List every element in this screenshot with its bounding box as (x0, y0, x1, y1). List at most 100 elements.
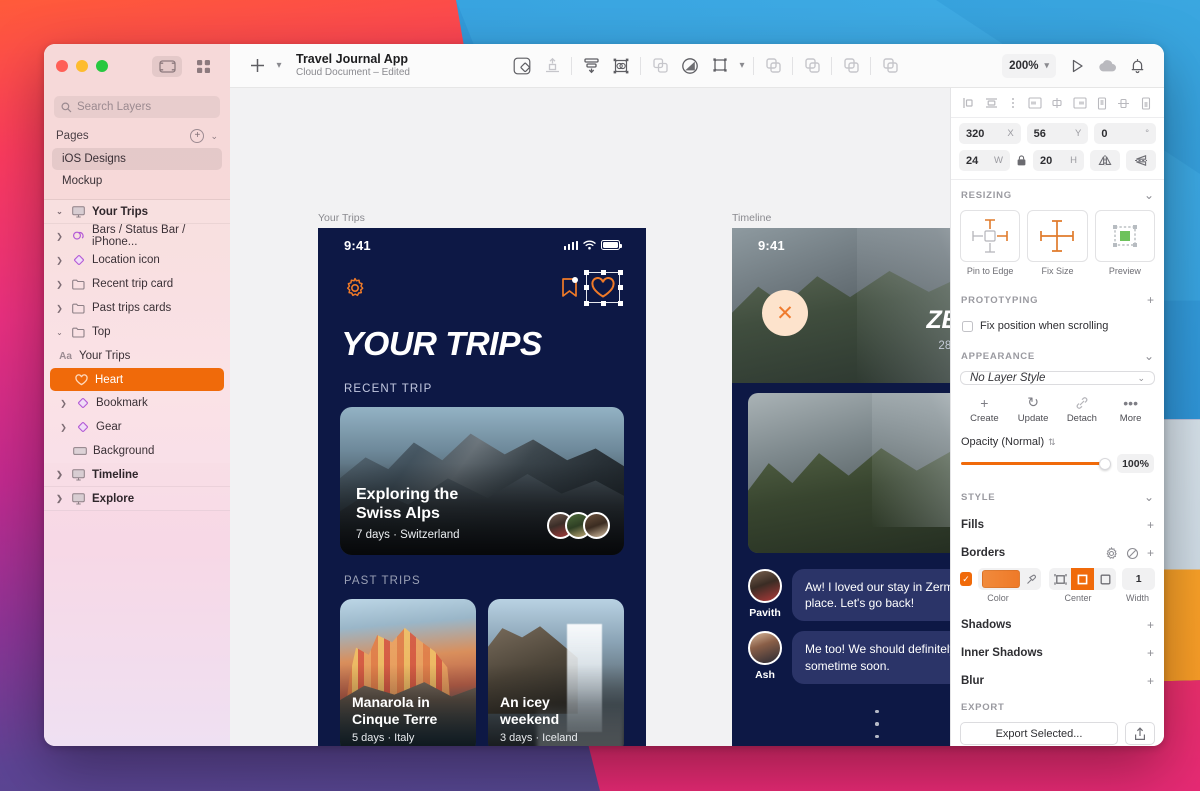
fix-position-checkbox[interactable] (962, 320, 973, 332)
resize-handle-middle-right[interactable] (617, 285, 623, 290)
border-position-group[interactable] (1049, 568, 1117, 590)
artboard-timeline[interactable]: 9:41 ✕ DAY 1 ZERMATT 28 photos · 7 video… (732, 228, 950, 746)
share-icon[interactable] (1125, 722, 1155, 745)
opacity-value[interactable]: 100% (1117, 454, 1154, 473)
notifications-bell-icon[interactable] (1122, 51, 1152, 81)
border-position-center-icon[interactable] (1071, 568, 1094, 590)
align-top-icon[interactable] (537, 51, 567, 81)
twisty-collapsed-icon[interactable]: ❯ (54, 304, 65, 313)
border-enabled-checkbox[interactable]: ✓ (960, 572, 973, 586)
layer-row-bookmark[interactable]: ❯ Bookmark (44, 391, 230, 415)
ungroup-icon[interactable] (645, 51, 675, 81)
distribute-center-icon[interactable] (1046, 94, 1068, 112)
design-canvas[interactable]: Your Trips 9:41 YOUR TRIPS RECENT TRIP E… (230, 88, 950, 746)
border-link-icon[interactable] (1126, 547, 1139, 560)
flip-vertical-button[interactable] (1126, 150, 1156, 171)
artboard-row-your-trips[interactable]: ⌄ Your Trips (44, 200, 230, 224)
x-field[interactable]: 320 X (959, 123, 1021, 144)
resize-option-pin-to-edge[interactable]: Pin to Edge (960, 210, 1021, 276)
insert-dropdown-chevron-icon[interactable]: ▾ (272, 60, 286, 71)
opacity-slider-knob[interactable] (1099, 457, 1111, 470)
past-trip-card-iceland[interactable]: An icey weekend 3 days · Iceland (488, 599, 624, 746)
recent-trip-card[interactable]: Exploring the Swiss Alps 7 days · Switze… (340, 407, 624, 555)
height-field[interactable]: 20 H (1033, 150, 1084, 171)
align-center-horizontal-icon[interactable] (980, 94, 1002, 112)
artboard-label-your-trips[interactable]: Your Trips (318, 212, 365, 224)
toggle-grid-view-icon[interactable] (188, 56, 218, 77)
resizing-collapse-chevron-icon[interactable]: ⌄ (1144, 188, 1154, 202)
group-selection-icon[interactable] (606, 51, 636, 81)
scale-layer-icon[interactable] (705, 51, 735, 81)
opacity-slider[interactable] (961, 457, 1111, 470)
zoom-level-control[interactable]: 200% ▾ (1002, 53, 1057, 78)
resize-handle-top-left[interactable] (583, 269, 589, 275)
artboard-row-timeline[interactable]: ❯ Timeline (44, 463, 230, 487)
twisty-expanded-icon[interactable]: ⌄ (54, 207, 65, 216)
pages-collapse-chevron-icon[interactable]: ⌄ (210, 131, 218, 142)
timeline-photo[interactable] (748, 393, 950, 553)
boolean-intersect-icon[interactable] (836, 51, 866, 81)
style-collapse-chevron-icon[interactable]: ⌄ (1144, 490, 1154, 504)
resize-option-fix-size[interactable]: Fix Size (1027, 210, 1088, 276)
add-page-icon[interactable]: + (190, 129, 205, 143)
twisty-collapsed-icon[interactable]: ❯ (54, 256, 65, 265)
fix-position-row[interactable]: Fix position when scrolling (951, 313, 1164, 341)
layer-row-bars-status-bar[interactable]: ❯ Bars / Status Bar / iPhone... (44, 224, 230, 248)
flip-horizontal-button[interactable] (1090, 150, 1120, 171)
bookmark-icon[interactable] (561, 277, 578, 298)
create-style-button[interactable]: + Create (960, 394, 1009, 425)
border-color-swatch[interactable] (982, 570, 1021, 588)
maximize-window-button[interactable] (96, 60, 108, 72)
distribute-icon[interactable] (576, 51, 606, 81)
layer-row-your-trips-text[interactable]: Aa Your Trips (44, 344, 230, 368)
width-field[interactable]: 24 W (959, 150, 1010, 171)
page-item-mockup[interactable]: Mockup (52, 170, 222, 192)
twisty-collapsed-icon[interactable]: ❯ (54, 494, 65, 503)
lock-proportions-icon[interactable] (1016, 155, 1027, 166)
page-item-ios-designs[interactable]: iOS Designs (52, 148, 222, 170)
add-fill-icon[interactable]: + (1147, 518, 1154, 532)
align-top-icon[interactable] (1091, 94, 1113, 112)
layer-row-recent-trip-card[interactable]: ❯ Recent trip card (44, 272, 230, 296)
add-border-icon[interactable]: + (1147, 546, 1154, 560)
layer-row-location-icon[interactable]: ❯ Location icon (44, 248, 230, 272)
more-style-button[interactable]: ••• More (1106, 394, 1155, 425)
distribute-right-icon[interactable] (1069, 94, 1091, 112)
twisty-collapsed-icon[interactable]: ❯ (54, 470, 65, 479)
export-selected-button[interactable]: Export Selected... (960, 722, 1118, 745)
twisty-collapsed-icon[interactable]: ❯ (58, 423, 69, 432)
add-blur-icon[interactable]: + (1147, 674, 1154, 688)
traffic-lights[interactable] (56, 60, 108, 72)
resize-handle-middle-left[interactable] (583, 285, 589, 290)
appearance-collapse-chevron-icon[interactable]: ⌄ (1144, 349, 1154, 363)
more-align-options-icon[interactable] (1002, 94, 1024, 112)
border-color-control[interactable] (978, 568, 1042, 590)
insert-plus-icon[interactable] (242, 51, 272, 81)
resize-handle-top-center[interactable] (600, 269, 606, 275)
mask-icon[interactable] (675, 51, 705, 81)
layer-row-top[interactable]: ⌄ Top (44, 320, 230, 344)
artboard-your-trips[interactable]: 9:41 YOUR TRIPS RECENT TRIP Exploring th… (318, 228, 646, 746)
align-left-icon[interactable] (958, 94, 980, 112)
heart-selection-box[interactable] (583, 269, 623, 306)
minimize-window-button[interactable] (76, 60, 88, 72)
preview-play-icon[interactable] (1062, 51, 1092, 81)
alignment-toolbar[interactable] (951, 88, 1164, 118)
add-prototyping-icon[interactable]: + (1147, 293, 1154, 307)
search-layers-input[interactable]: Search Layers (54, 96, 220, 118)
layer-style-select[interactable]: No Layer Style ⌄ (960, 371, 1155, 385)
border-width-field[interactable]: 1 (1122, 568, 1155, 590)
create-symbol-icon[interactable] (507, 51, 537, 81)
boolean-subtract-icon[interactable] (797, 51, 827, 81)
distribute-left-icon[interactable] (1024, 94, 1046, 112)
align-bottom-icon[interactable] (1135, 94, 1157, 112)
scale-dropdown-chevron-icon[interactable]: ▾ (735, 60, 749, 71)
resize-handle-top-right[interactable] (617, 269, 623, 275)
past-trip-card-manarola[interactable]: Manarola in Cinque Terre 5 days · Italy (340, 599, 476, 746)
twisty-expanded-icon[interactable]: ⌄ (54, 328, 65, 337)
boolean-union-icon[interactable] (758, 51, 788, 81)
layer-tree[interactable]: ⌄ Your Trips ❯ Bars / Status Bar / iPhon… (44, 200, 230, 746)
layer-row-past-trips-cards[interactable]: ❯ Past trips cards (44, 296, 230, 320)
add-shadow-icon[interactable]: + (1147, 618, 1154, 632)
detach-style-button[interactable]: Detach (1058, 394, 1107, 424)
